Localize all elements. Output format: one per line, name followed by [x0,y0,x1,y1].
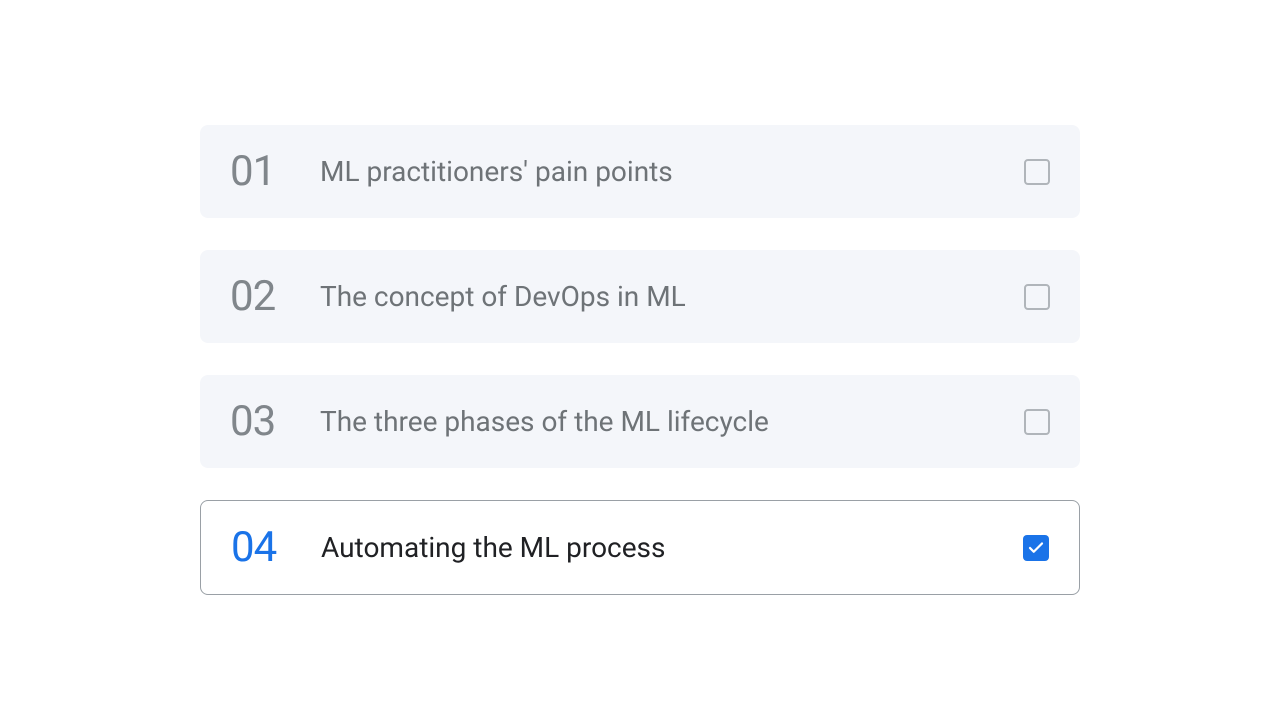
checkbox-unchecked-icon[interactable] [1024,409,1050,435]
check-icon [1027,539,1045,557]
item-title: The concept of DevOps in ML [320,280,1024,313]
list-item-02[interactable]: 02 The concept of DevOps in ML [200,250,1080,343]
checkbox-unchecked-icon[interactable] [1024,159,1050,185]
checkbox-checked-icon[interactable] [1023,535,1049,561]
item-number: 03 [230,397,294,446]
item-title: ML practitioners' pain points [320,155,1024,188]
list-item-04[interactable]: 04 Automating the ML process [200,500,1080,595]
item-number: 04 [231,523,295,572]
checkbox-unchecked-icon[interactable] [1024,284,1050,310]
item-number: 01 [230,147,294,196]
list-item-03[interactable]: 03 The three phases of the ML lifecycle [200,375,1080,468]
list-item-01[interactable]: 01 ML practitioners' pain points [200,125,1080,218]
item-number: 02 [230,272,294,321]
item-title: Automating the ML process [321,531,1023,564]
item-title: The three phases of the ML lifecycle [320,405,1024,438]
